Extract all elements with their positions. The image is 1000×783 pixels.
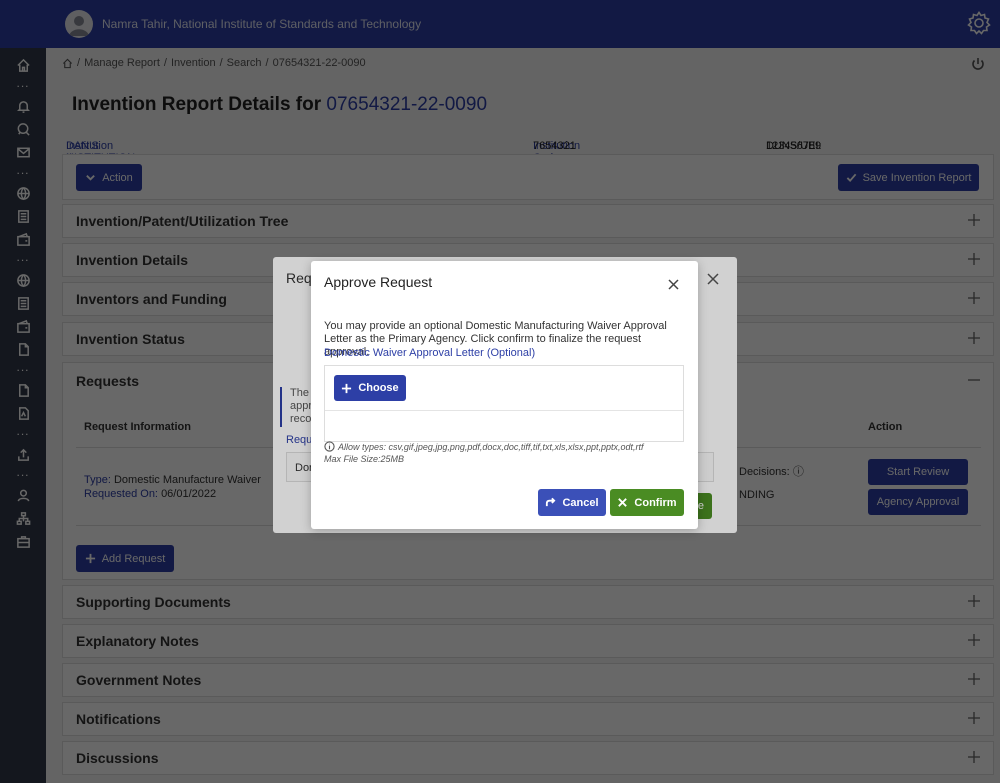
share-arrow-icon: [546, 497, 556, 507]
info-icon: [324, 441, 335, 452]
choose-file-button[interactable]: Choose: [334, 375, 406, 401]
waiver-letter-label: Domestic Waiver Approval Letter (Optiona…: [324, 347, 536, 359]
plus-icon: [342, 383, 352, 393]
close-icon[interactable]: [668, 279, 679, 290]
max-file-size: Max File Size:25MB: [324, 454, 405, 464]
confirm-button[interactable]: Confirm: [610, 489, 684, 516]
approve-request-modal: Approve Request You may provide an optio…: [311, 261, 698, 529]
file-upload-area[interactable]: Choose: [324, 365, 684, 442]
modal-title: Approve Request: [324, 274, 433, 290]
cancel-button[interactable]: Cancel: [538, 489, 606, 516]
divider: [325, 410, 683, 411]
allowed-types: Allow types: csv,gif,jpeg,jpg,png,pdf,do…: [324, 441, 643, 452]
x-icon: [618, 498, 628, 507]
